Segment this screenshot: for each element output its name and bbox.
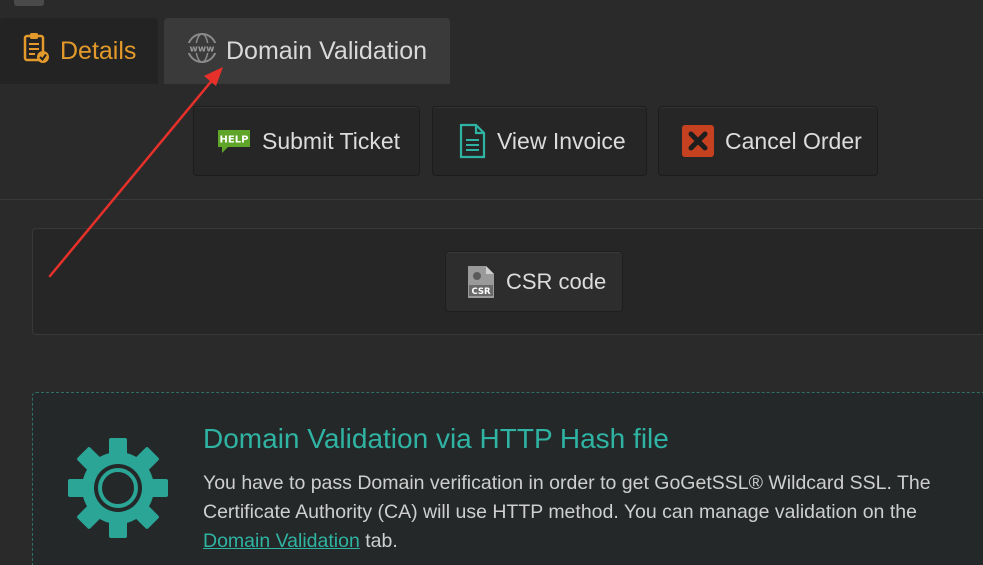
validation-text-before: You have to pass Domain verification in … bbox=[203, 472, 931, 523]
help-icon: HELP bbox=[216, 127, 252, 155]
page: Details www Domain Validation HELP Submi… bbox=[0, 0, 983, 565]
csr-code-label: CSR code bbox=[506, 268, 607, 294]
submit-ticket-button[interactable]: HELP Submit Ticket bbox=[193, 106, 420, 176]
svg-text:www: www bbox=[190, 44, 215, 54]
document-icon bbox=[457, 123, 487, 159]
cancel-order-button[interactable]: Cancel Order bbox=[658, 106, 878, 176]
validation-panel: Domain Validation via HTTP Hash file You… bbox=[32, 392, 983, 565]
validation-text-after: tab. bbox=[359, 530, 398, 552]
tab-details[interactable]: Details bbox=[0, 18, 158, 84]
validation-title: Domain Validation via HTTP Hash file bbox=[203, 423, 669, 454]
www-globe-icon: www bbox=[186, 32, 218, 71]
clipboard-check-icon bbox=[22, 32, 50, 71]
csr-file-icon: CSR bbox=[466, 264, 496, 300]
view-invoice-label: View Invoice bbox=[497, 127, 626, 154]
csr-icon-text: CSR bbox=[471, 287, 491, 297]
help-icon-text: HELP bbox=[220, 135, 249, 146]
cancel-order-label: Cancel Order bbox=[725, 127, 862, 154]
action-bar: HELP Submit Ticket View Invoice Cancel O… bbox=[0, 84, 983, 200]
submit-ticket-label: Submit Ticket bbox=[262, 127, 401, 154]
tab-domain-validation-label: Domain Validation bbox=[226, 36, 428, 65]
gear-icon bbox=[67, 437, 169, 544]
validation-description: You have to pass Domain verification in … bbox=[203, 469, 983, 556]
tab-domain-validation[interactable]: www Domain Validation bbox=[164, 18, 450, 84]
top-stub bbox=[14, 0, 44, 6]
close-icon bbox=[681, 124, 715, 158]
csr-panel: CSR CSR code bbox=[32, 228, 983, 335]
view-invoice-button[interactable]: View Invoice bbox=[432, 106, 647, 176]
tab-details-label: Details bbox=[60, 36, 137, 65]
csr-code-button[interactable]: CSR CSR code bbox=[445, 251, 623, 312]
domain-validation-link[interactable]: Domain Validation bbox=[203, 530, 360, 552]
